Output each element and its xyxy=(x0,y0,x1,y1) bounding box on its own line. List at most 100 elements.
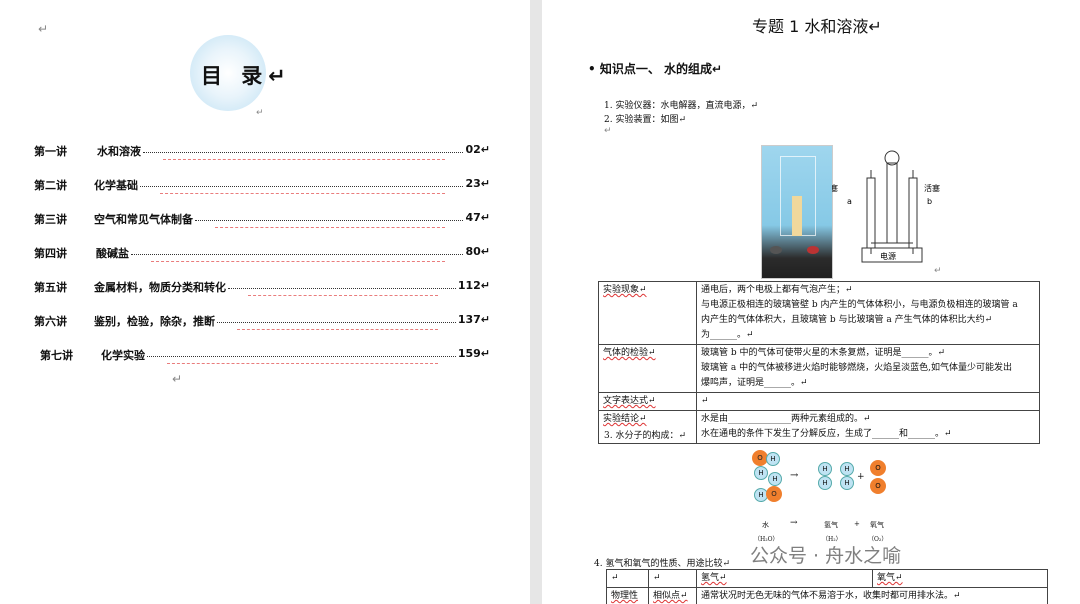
toc-lecture-number: 第二讲 xyxy=(34,179,67,192)
table-row-head: 气体的检验↵ xyxy=(598,344,697,393)
table-row: 气体的检验↵ 玻璃管 b 中的气体可使带火星的木条复燃，证明是______。↵ 玻璃… xyxy=(598,344,1040,393)
list-item: 1. 实验仪器：水电解器，直流电源，↵ xyxy=(604,101,758,111)
toc-entry-title: 化学基础 xyxy=(94,179,138,192)
table-row-head: 物理性 xyxy=(606,587,649,604)
hydrogen-atom: H xyxy=(840,476,854,490)
table-cell: 通常状况时无色无味的气体不易溶于水，收集时都可用排水法。↵ xyxy=(696,587,1048,604)
toc-page-number: 23↵ xyxy=(465,177,490,190)
toc-entry-title: 酸碱盐 xyxy=(96,247,129,260)
electrolysis-photo xyxy=(761,145,833,279)
table-row: 实验现象↵ 通电后，两个电极上都有气泡产生；↵ 与电源正极相连的玻璃管壁 b 内产生… xyxy=(598,281,1040,345)
toc-entry-title: 鉴别，检验，除杂，推断 xyxy=(94,315,215,328)
toc-entry[interactable]: 第七讲 化学实验 159↵ xyxy=(34,347,490,364)
electrolysis-diagram: 活塞 活塞 a b 电源 xyxy=(832,150,940,263)
toc-lecture-number: 第七讲 xyxy=(40,349,73,362)
spellcheck-underline xyxy=(215,225,446,228)
experiment-table: 实验现象↵ 通电后，两个电极上都有气泡产生；↵ 与电源正极相连的玻璃管壁 b 内产生… xyxy=(598,281,1040,444)
list-item: 4. 氢气和氧气的性质、用途比较↵ xyxy=(594,559,730,569)
spellcheck-underline xyxy=(237,327,438,330)
toc-page-number: 112↵ xyxy=(457,279,490,292)
paragraph-mark: ↵ xyxy=(38,22,49,36)
plus-sign: + xyxy=(857,472,865,482)
spellcheck-underline xyxy=(167,361,438,364)
table-header-cell: ↵ xyxy=(606,569,649,588)
hydrogen-atom: H xyxy=(818,462,832,476)
page-gap xyxy=(530,0,542,604)
toc-entry[interactable]: 第四讲 酸碱盐 80↵ xyxy=(34,245,490,262)
toc-lecture-number: 第一讲 xyxy=(34,145,67,158)
toc-leader-dots xyxy=(195,220,464,221)
chapter-page: 专题 1 水和溶液↵ • 知识点一、 水的组成↵ 1. 实验仪器：水电解器，直流… xyxy=(542,0,1080,604)
oxygen-atom: O xyxy=(766,486,782,502)
toc-entry-title: 空气和常见气体制备 xyxy=(94,213,193,226)
paragraph-mark: ↵ xyxy=(256,108,264,118)
toc-leader-dots xyxy=(131,254,464,255)
oxygen-atom: O xyxy=(870,460,886,476)
hydrogen-atom: H xyxy=(768,472,782,486)
power-label: 电源 xyxy=(880,251,896,261)
toc-page-number: 02↵ xyxy=(465,143,490,156)
table-cell-line: 玻璃管 a 中的气体被移进火焰时能够燃烧，火焰呈淡蓝色,如气体量少可能发出 xyxy=(701,363,1012,373)
table-cell: 水是由______________两种元素组成的。↵ 水在通电的条件下发生了分解反… xyxy=(696,410,1040,444)
plus-sign-bottom: + xyxy=(854,520,860,528)
toc-lecture-number: 第三讲 xyxy=(34,213,67,226)
toc-title: 目 录↵ xyxy=(201,64,292,88)
toc-entry[interactable]: 第五讲 金属材料，物质分类和转化 112↵ xyxy=(34,279,490,296)
oxygen-atom: O xyxy=(870,478,886,494)
hydrogen-atom: H xyxy=(754,466,768,480)
knowledge-point-heading: • 知识点一、 水的组成↵ xyxy=(588,62,723,76)
toc-entry-title: 水和溶液 xyxy=(97,145,141,158)
toc-leader-dots xyxy=(143,152,464,153)
toc-leader-dots xyxy=(147,356,456,357)
reaction-arrow: → xyxy=(790,470,799,481)
toc-entry[interactable]: 第二讲 化学基础 23↵ xyxy=(34,177,490,194)
toc-page-number: 159↵ xyxy=(457,347,490,360)
paragraph-mark: ↵ xyxy=(172,372,183,386)
water-molecule-figure: O H H H H O → H H H H + O O 水 → 氢气 + 氧气 … xyxy=(742,446,912,546)
toc-leader-dots xyxy=(228,288,456,289)
toc-lecture-number: 第四讲 xyxy=(34,247,67,260)
table-cell-line: 内产生的气体体积大，且玻璃管 b 与比玻璃管 a 产生气体的体积比大约↵ xyxy=(701,315,993,325)
watermark: 公众号 · 舟水之喻 xyxy=(750,545,902,567)
table-header-cell: 氢气↵ xyxy=(696,569,873,588)
table-row: 文字表达式↵ ↵ xyxy=(598,392,1040,411)
chapter-title: 专题 1 水和溶液↵ xyxy=(752,17,882,36)
table-row-head: 文字表达式↵ xyxy=(598,392,697,411)
toc-lecture-number: 第六讲 xyxy=(34,315,67,328)
toc-entry-title: 金属材料，物质分类和转化 xyxy=(94,281,226,294)
toc-leader-dots xyxy=(217,322,456,323)
toc-leader-dots xyxy=(140,186,464,187)
valve-label-left: 活塞 xyxy=(832,183,838,193)
table-cell-line: 与电源正极相连的玻璃管壁 b 内产生的气体体积小，与电源负极相连的玻璃管 a xyxy=(701,300,1018,310)
table-cell-line: 水是由______________两种元素组成的。↵ xyxy=(701,414,871,424)
table-cell: ↵ xyxy=(696,392,1040,411)
toc-entry[interactable]: 第一讲 水和溶液 02↵ xyxy=(34,143,490,160)
spellcheck-underline xyxy=(248,293,438,296)
hydrogen-label: 氢气 xyxy=(824,521,838,529)
list-item: 3. 水分子的构成：↵ xyxy=(604,431,686,441)
table-header-cell: ↵ xyxy=(648,569,697,588)
spellcheck-underline xyxy=(151,259,446,262)
list-item: 2. 实验装置：如图↵ xyxy=(604,115,686,125)
toc-page-number: 137↵ xyxy=(457,313,490,326)
hydrogen-atom: H xyxy=(818,476,832,490)
table-cell-line: 通电后，两个电极上都有气泡产生；↵ xyxy=(701,285,853,295)
toc-entry[interactable]: 第六讲 鉴别，检验，除杂，推断 137↵ xyxy=(34,313,490,330)
water-label: 水 xyxy=(762,521,769,529)
toc-page-number: 80↵ xyxy=(465,245,490,258)
table-row-subhead: 相似点↵ xyxy=(648,587,697,604)
hydrogen-atom: H xyxy=(840,462,854,476)
toc-entry[interactable]: 第三讲 空气和常见气体制备 47↵ xyxy=(34,211,490,228)
table-cell-line: 水在通电的条件下发生了分解反应，生成了______和______。↵ xyxy=(701,429,952,439)
table-cell-line: ↵ xyxy=(701,396,709,406)
table-row-head: 实验现象↵ xyxy=(598,281,697,345)
tube-a-label: a xyxy=(847,197,852,206)
toc-page-number: 47↵ xyxy=(465,211,490,224)
toc-entry-title: 化学实验 xyxy=(101,349,145,362)
reaction-arrow-bottom: → xyxy=(790,518,798,528)
spellcheck-underline xyxy=(163,157,446,160)
tube-b-label: b xyxy=(927,197,932,206)
oxygen-label: 氧气 xyxy=(870,521,884,529)
table-cell: 玻璃管 b 中的气体可使带火星的木条复燃，证明是______。↵ 玻璃管 a 中的… xyxy=(696,344,1040,393)
table-header-cell: 氧气↵ xyxy=(872,569,1048,588)
